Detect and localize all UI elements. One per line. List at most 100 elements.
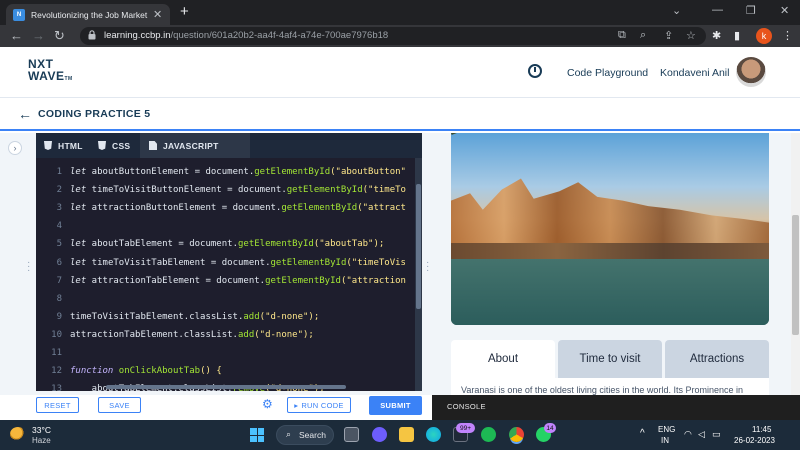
code-editor[interactable]: HTML CSS JAVASCRIPT 1 let aboutButtonElem… <box>36 133 422 391</box>
code-line[interactable]: let aboutButtonElement = document.getEle… <box>70 167 406 177</box>
tab-javascript[interactable]: JAVASCRIPT <box>140 133 250 158</box>
clock-time[interactable]: 11:45 <box>752 425 771 434</box>
code-token: ("attract <box>357 203 406 214</box>
code-token: getElementById <box>265 275 341 286</box>
code-token: getElementById <box>254 167 331 177</box>
preview-scrollbar[interactable] <box>791 133 800 395</box>
wifi-icon[interactable]: ◠ <box>684 429 692 440</box>
restore-icon[interactable]: ❐ <box>746 4 756 17</box>
search-icon: ⌕ <box>286 429 292 439</box>
user-avatar[interactable] <box>736 57 766 87</box>
chevron-up-icon[interactable]: ^ <box>640 428 645 439</box>
input-region[interactable]: IN <box>661 436 669 445</box>
spotify-icon[interactable] <box>481 427 496 442</box>
task-view-icon[interactable] <box>344 427 359 442</box>
code-line[interactable]: let aboutTabElement = document.getElemen… <box>70 239 384 249</box>
timer-icon[interactable] <box>528 64 542 78</box>
code-line[interactable]: let timeToVisitButtonElement = document.… <box>70 185 406 195</box>
address-bar[interactable]: learning.ccbp.in/question/601a20b2-aa4f-… <box>80 27 706 45</box>
code-line[interactable]: timeToVisitTabElement.classList.add("d-n… <box>70 312 319 322</box>
line-number: 9 <box>56 311 62 322</box>
weather-icon[interactable] <box>10 427 26 441</box>
about-tab[interactable]: About <box>451 340 555 378</box>
code-line[interactable]: function onClickAboutTab() { <box>70 366 222 376</box>
browser-toolbar: ← → ↻ learning.ccbp.in/question/601a20b2… <box>0 25 800 47</box>
tab-css[interactable]: CSS <box>98 133 138 158</box>
tab-html[interactable]: HTML <box>44 133 92 158</box>
reload-icon[interactable]: ↻ <box>54 28 65 43</box>
code-token: let <box>70 275 87 286</box>
zoom-icon[interactable]: ⌕ <box>640 29 646 42</box>
attractions-tab[interactable]: Attractions <box>665 340 769 378</box>
code-lines[interactable]: 1 let aboutButtonElement = document.getEl… <box>36 158 414 391</box>
code-line[interactable]: let attractionTabElement = document.getE… <box>70 276 406 286</box>
console-panel[interactable]: CONSOLE <box>432 395 800 420</box>
expand-chevron-icon[interactable]: › <box>8 141 22 155</box>
code-token: add <box>237 329 255 340</box>
start-windows-icon[interactable] <box>250 428 264 442</box>
share-icon[interactable]: ⇪ <box>664 29 673 42</box>
editor-vertical-scrollbar[interactable] <box>415 158 422 391</box>
browser-tab[interactable]: N Revolutionizing the Job Market | Nx ✕ <box>6 4 170 25</box>
settings-gear-icon[interactable]: ⚙ <box>262 397 273 411</box>
scroll-thumb[interactable] <box>416 184 421 309</box>
file-explorer-icon[interactable] <box>399 427 414 442</box>
left-resize-handle[interactable]: · · · <box>27 258 30 276</box>
submit-button[interactable]: SUBMIT <box>369 396 422 415</box>
clock-date[interactable]: 26-02-2023 <box>734 436 775 445</box>
save-button[interactable]: SAVE <box>98 397 141 413</box>
new-tab-icon[interactable]: + <box>180 3 189 21</box>
reset-button[interactable]: RESET <box>36 397 79 413</box>
user-name[interactable]: Kondaveni Anil <box>660 67 729 79</box>
code-token: add <box>243 311 260 322</box>
code-token: ("timeTo <box>362 185 406 196</box>
css3-icon <box>98 141 106 150</box>
code-line[interactable]: let timeToVisitTabElement = document.get… <box>70 258 406 268</box>
preview-scroll-thumb[interactable] <box>792 215 799 335</box>
extensions-icon[interactable]: ✱ <box>712 29 721 42</box>
code-line[interactable]: attractionTabElement.classList.add("d-no… <box>70 330 314 340</box>
code-token: let <box>70 203 87 214</box>
console-label: CONSOLE <box>447 402 486 411</box>
input-language[interactable]: ENG <box>658 425 675 434</box>
meet-camera-icon[interactable] <box>372 427 387 442</box>
bookmark-star-icon[interactable]: ☆ <box>686 29 696 42</box>
volume-icon[interactable]: ◁ <box>698 429 705 440</box>
run-code-button[interactable]: ▸ RUN CODE <box>287 397 351 413</box>
taskbar-search[interactable]: ⌕ Search <box>276 425 334 445</box>
nxtwave-logo[interactable]: NXT WAVETM <box>28 58 73 85</box>
chrome-icon[interactable] <box>509 427 524 442</box>
code-token: let <box>70 257 87 268</box>
tab-search-icon[interactable]: ⌄ <box>672 4 681 17</box>
time-to-visit-tab[interactable]: Time to visit <box>558 340 662 378</box>
code-playground-link[interactable]: Code Playground <box>567 67 648 79</box>
edge-browser-icon[interactable] <box>426 427 441 442</box>
code-token: getElementById <box>270 257 347 268</box>
line-number: 5 <box>56 239 62 250</box>
side-panel-icon[interactable]: ▮ <box>734 29 740 42</box>
line-number: 13 <box>51 384 62 391</box>
code-token: aboutTabElement = document. <box>86 239 238 250</box>
browser-tab-strip: N Revolutionizing the Job Market | Nx ✕ … <box>0 0 800 25</box>
back-icon[interactable]: ← <box>10 28 23 43</box>
open-in-app-icon[interactable]: ⧉ <box>618 29 626 42</box>
close-tab-icon[interactable]: ✕ <box>153 8 162 21</box>
weather-condition: Haze <box>32 436 51 445</box>
menu-icon[interactable]: ⋮ <box>782 29 793 42</box>
back-arrow-icon[interactable]: ← <box>18 106 32 122</box>
profile-avatar[interactable]: k <box>756 28 772 44</box>
battery-icon[interactable]: ▭ <box>712 429 721 440</box>
pane-resize-handle[interactable]: · · · <box>426 258 429 276</box>
minimize-icon[interactable]: — <box>712 4 723 16</box>
windows-taskbar: 33°C Haze ⌕ Search 99+ 14 ^ ENG IN ◠ ◁ ▭… <box>0 420 800 450</box>
code-line[interactable]: let attractionButtonElement = document.g… <box>70 203 406 213</box>
line-number: 2 <box>56 185 62 196</box>
about-description: Varanasi is one of the oldest living cit… <box>451 378 769 395</box>
code-token: getElementById <box>237 239 314 250</box>
code-token: ("d-none"); <box>254 329 314 340</box>
editor-horizontal-scrollbar[interactable] <box>106 385 346 389</box>
line-number: 11 <box>51 348 62 358</box>
close-window-icon[interactable]: ✕ <box>780 4 789 17</box>
code-token: function <box>70 366 114 377</box>
forward-icon[interactable]: → <box>32 28 45 43</box>
